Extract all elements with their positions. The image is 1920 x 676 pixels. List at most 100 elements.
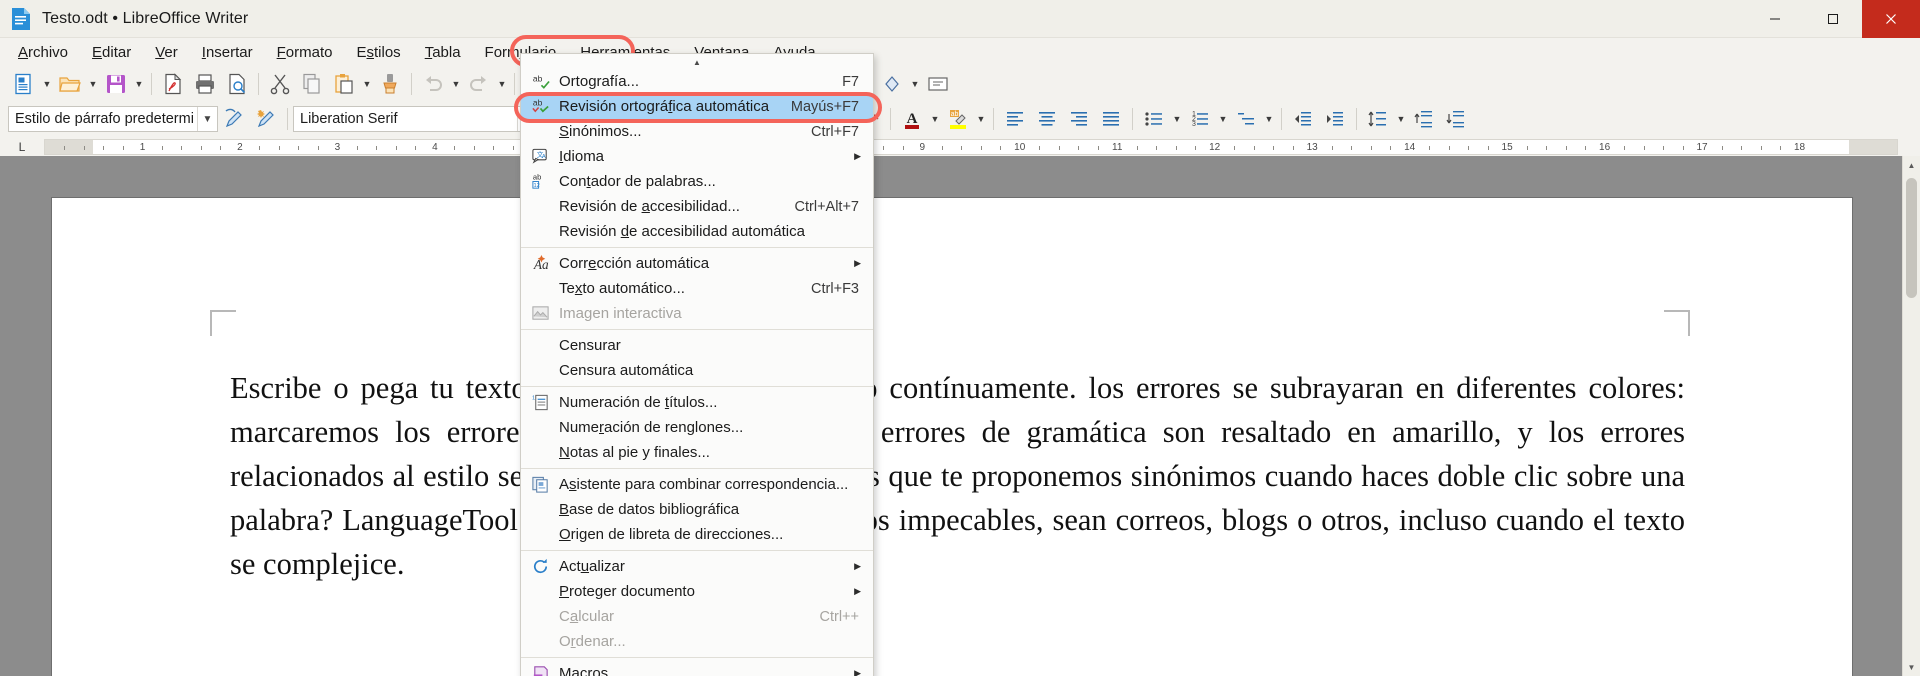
paste-dropdown-arrow[interactable]: ▼ bbox=[360, 68, 374, 100]
highlighting-color-dropdown-arrow[interactable]: ▼ bbox=[974, 103, 988, 135]
open-icon[interactable] bbox=[54, 68, 86, 100]
ruler-tick bbox=[278, 146, 280, 150]
ordered-list-dropdown-arrow[interactable]: ▼ bbox=[1216, 103, 1230, 135]
chevron-down-icon[interactable]: ▼ bbox=[197, 107, 217, 131]
menu-bar: Archivo Editar Ver Insertar Formato Esti… bbox=[0, 35, 1920, 67]
menu-item-censura-autom-tica[interactable]: Censura automática bbox=[521, 358, 873, 383]
new-style-icon[interactable] bbox=[250, 103, 282, 135]
font-color-icon[interactable]: A bbox=[896, 103, 928, 135]
menu-ver-label: er bbox=[164, 43, 178, 61]
decrease-indent-icon[interactable] bbox=[1287, 103, 1319, 135]
menu-item-origen-de-libreta-de-direcciones[interactable]: Origen de libreta de direcciones... bbox=[521, 522, 873, 547]
close-button[interactable] bbox=[1862, 0, 1920, 38]
menu-item-contador-de-palabras[interactable]: ab 12 Contador de palabras... bbox=[521, 169, 873, 194]
menu-item-sin-nimos[interactable]: Sinónimos... Ctrl+F7 bbox=[521, 119, 873, 144]
menu-item-numeraci-n-de-renglones[interactable]: Numeración de renglones... bbox=[521, 415, 873, 440]
menu-item-actualizar[interactable]: Actualizar ▶ bbox=[521, 554, 873, 579]
maximize-button[interactable] bbox=[1804, 0, 1862, 38]
menu-item-texto-autom-tico[interactable]: Texto automático... Ctrl+F3 bbox=[521, 276, 873, 301]
decrease-paragraph-spacing-icon[interactable] bbox=[1440, 103, 1472, 135]
undo-dropdown-arrow[interactable]: ▼ bbox=[449, 68, 463, 100]
outline-format-icon[interactable] bbox=[1230, 103, 1262, 135]
menu-item-base-de-datos-bibliogr-fica[interactable]: Base de datos bibliográfica bbox=[521, 497, 873, 522]
copy-icon[interactable] bbox=[296, 68, 328, 100]
menu-item-correcci-n-autom-tica[interactable]: Aa Corrección automática ▶ bbox=[521, 251, 873, 276]
toolbar-separator bbox=[287, 108, 288, 130]
insert-text-box-icon[interactable] bbox=[922, 68, 954, 100]
scroll-up-arrow[interactable]: ▲ bbox=[1903, 156, 1920, 174]
minimize-button[interactable] bbox=[1746, 0, 1804, 38]
new-document-dropdown-arrow[interactable]: ▼ bbox=[40, 68, 54, 100]
vertical-scrollbar[interactable]: ▲ ▼ bbox=[1902, 156, 1920, 676]
basic-shapes-icon[interactable] bbox=[876, 68, 908, 100]
paste-icon[interactable] bbox=[328, 68, 360, 100]
redo-dropdown-arrow[interactable]: ▼ bbox=[495, 68, 509, 100]
menu-item-macros[interactable]: Macros ▶ bbox=[521, 661, 873, 676]
menu-tabla[interactable]: Tabla bbox=[413, 41, 473, 64]
highlighting-color-icon[interactable]: ab bbox=[942, 103, 974, 135]
menu-item-notas-al-pie-y-finales[interactable]: Notas al pie y finales... bbox=[521, 440, 873, 465]
toolbar-separator bbox=[411, 73, 412, 95]
scroll-down-arrow[interactable]: ▼ bbox=[1903, 658, 1920, 676]
align-right-icon[interactable] bbox=[1063, 103, 1095, 135]
print-preview-icon[interactable] bbox=[221, 68, 253, 100]
horizontal-ruler[interactable]: 123456789101112131415161718 bbox=[44, 139, 1898, 155]
align-left-icon[interactable] bbox=[999, 103, 1031, 135]
redo-icon[interactable] bbox=[463, 68, 495, 100]
align-justified-icon[interactable] bbox=[1095, 103, 1127, 135]
scrollbar-thumb[interactable] bbox=[1906, 178, 1917, 298]
unordered-list-dropdown-arrow[interactable]: ▼ bbox=[1170, 103, 1184, 135]
menu-item-asistente-para-combinar-correspondencia[interactable]: Asistente para combinar correspondencia.… bbox=[521, 472, 873, 497]
menu-item-shortcut: Ctrl++ bbox=[819, 608, 860, 625]
menu-formato[interactable]: Formato bbox=[265, 41, 345, 64]
menu-ver[interactable]: Ver bbox=[143, 41, 190, 64]
undo-icon[interactable] bbox=[417, 68, 449, 100]
line-spacing-icon[interactable] bbox=[1362, 103, 1394, 135]
increase-indent-icon[interactable] bbox=[1319, 103, 1351, 135]
document-page[interactable]: Escribe o pega tu texto aquí para que se… bbox=[52, 198, 1852, 676]
basic-shapes-dropdown-arrow[interactable]: ▼ bbox=[908, 68, 922, 100]
menu-item-censurar[interactable]: Censurar bbox=[521, 333, 873, 358]
menu-scroll-up-arrow[interactable]: ▲ bbox=[521, 56, 873, 69]
menu-archivo-label: rchivo bbox=[28, 43, 69, 61]
unordered-list-icon[interactable] bbox=[1138, 103, 1170, 135]
menu-separator bbox=[521, 247, 873, 248]
herramientas-dropdown-menu[interactable]: ▲ ab Ortografía... F7 ab Revisión ortográfic… bbox=[514, 53, 882, 676]
save-icon[interactable] bbox=[100, 68, 132, 100]
menu-item-revisi-n-de-accesibilidad-autom-tica[interactable]: Revisión de accesibilidad automática bbox=[521, 219, 873, 244]
update-style-icon[interactable] bbox=[218, 103, 250, 135]
increase-paragraph-spacing-icon[interactable] bbox=[1408, 103, 1440, 135]
menu-item-revisi-n-ortogr-fica-autom-tica[interactable]: ab Revisión ortográfica automática Mayús+F… bbox=[521, 94, 873, 119]
menu-insertar[interactable]: Insertar bbox=[190, 41, 265, 64]
paragraph-style-combobox[interactable]: Estilo de párrafo predetermi ▼ bbox=[8, 106, 218, 132]
print-icon[interactable] bbox=[189, 68, 221, 100]
menu-separator bbox=[521, 468, 873, 469]
align-center-icon[interactable] bbox=[1031, 103, 1063, 135]
save-dropdown-arrow[interactable]: ▼ bbox=[132, 68, 146, 100]
export-pdf-icon[interactable] bbox=[157, 68, 189, 100]
line-spacing-dropdown-arrow[interactable]: ▼ bbox=[1394, 103, 1408, 135]
font-name-combobox[interactable]: Liberation Serif ▼ bbox=[293, 106, 538, 132]
document-area[interactable]: Escribe o pega tu texto aquí para que se… bbox=[0, 156, 1920, 676]
outline-format-dropdown-arrow[interactable]: ▼ bbox=[1262, 103, 1276, 135]
open-dropdown-arrow[interactable]: ▼ bbox=[86, 68, 100, 100]
ruler-corner-tab-selector[interactable]: L bbox=[0, 136, 44, 158]
mail-merge-icon bbox=[521, 475, 559, 494]
document-body-text[interactable]: Escribe o pega tu texto aquí para que se… bbox=[230, 366, 1685, 586]
menu-item-revisi-n-de-accesibilidad[interactable]: Revisión de accesibilidad... Ctrl+Alt+7 bbox=[521, 194, 873, 219]
ordered-list-icon[interactable]: 123 bbox=[1184, 103, 1216, 135]
menu-item-ortograf-a[interactable]: ab Ortografía... F7 bbox=[521, 69, 873, 94]
menu-archivo[interactable]: Archivo bbox=[6, 41, 80, 64]
menu-estilos[interactable]: Estilos bbox=[344, 41, 412, 64]
ruler-tick bbox=[902, 146, 904, 150]
cut-icon[interactable] bbox=[264, 68, 296, 100]
ruler-tick bbox=[883, 146, 885, 150]
menu-editar[interactable]: Editar bbox=[80, 41, 143, 64]
ruler-tick bbox=[1468, 146, 1470, 150]
menu-item-numeraci-n-de-t-tulos[interactable]: 1 Numeración de títulos... bbox=[521, 390, 873, 415]
new-document-icon[interactable] bbox=[8, 68, 40, 100]
menu-item-proteger-documento[interactable]: Proteger documento ▶ bbox=[521, 579, 873, 604]
font-color-dropdown-arrow[interactable]: ▼ bbox=[928, 103, 942, 135]
clone-formatting-icon[interactable] bbox=[374, 68, 406, 100]
menu-item-idioma[interactable]: 文 A Idioma ▶ bbox=[521, 144, 873, 169]
